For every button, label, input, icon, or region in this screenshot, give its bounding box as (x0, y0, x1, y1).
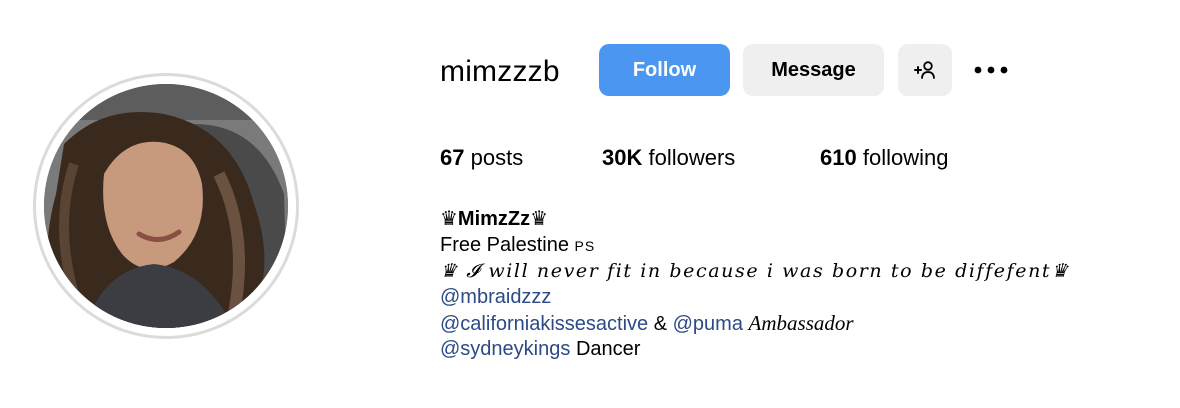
bio-line-quote: ♛ 𝓘 will never fit in because i was born… (440, 260, 1070, 282)
following-count: 610 (820, 145, 857, 170)
add-person-icon (914, 61, 935, 79)
mention-californiakissesactive[interactable]: @californiakissesactive (440, 313, 648, 335)
dancer-text: Dancer (575, 338, 641, 360)
username: mimzzzb (440, 55, 560, 88)
avatar[interactable] (44, 84, 288, 328)
more-options-icon (974, 66, 1008, 74)
profile-photo (44, 84, 288, 328)
suggest-user-button[interactable] (898, 44, 952, 96)
mention-sydneykings[interactable]: @sydneykings (440, 338, 570, 360)
bio-line-dancer: @sydneykings Dancer (440, 336, 1070, 362)
bio-line-palestine: Free Palestine PS (440, 232, 1070, 258)
following-label: following (862, 145, 949, 170)
followers-label: followers (648, 145, 736, 170)
bio-name: ♛MimzZz♛ (440, 208, 549, 230)
more-options-button[interactable] (968, 44, 1014, 96)
message-button[interactable]: Message (743, 44, 884, 96)
bio-line-mention: @mbraidzzz (440, 284, 1070, 310)
mention-puma[interactable]: @puma (673, 313, 743, 335)
posts-label: posts (470, 145, 524, 170)
flag-icon: PS (574, 238, 596, 254)
stat-posts[interactable]: 67 posts (440, 144, 523, 172)
posts-count: 67 (440, 145, 465, 170)
follow-button[interactable]: Follow (599, 44, 730, 96)
mention-mbraidzzz[interactable]: @mbraidzzz (440, 286, 551, 308)
followers-count: 30K (602, 145, 643, 170)
stat-followers[interactable]: 30K followers (602, 144, 735, 172)
stat-following[interactable]: 610 following (820, 144, 948, 172)
bio-line-palestine-text: Free Palestine (440, 234, 569, 256)
bio-line-ambassador: @californiakissesactive & @puma Ambassad… (440, 310, 1070, 336)
ambassador-text: Ambassador (748, 311, 854, 335)
ampersand: & (653, 313, 668, 335)
bio: ♛MimzZz♛ Free Palestine PS ♛ 𝓘 will neve… (440, 206, 1070, 362)
